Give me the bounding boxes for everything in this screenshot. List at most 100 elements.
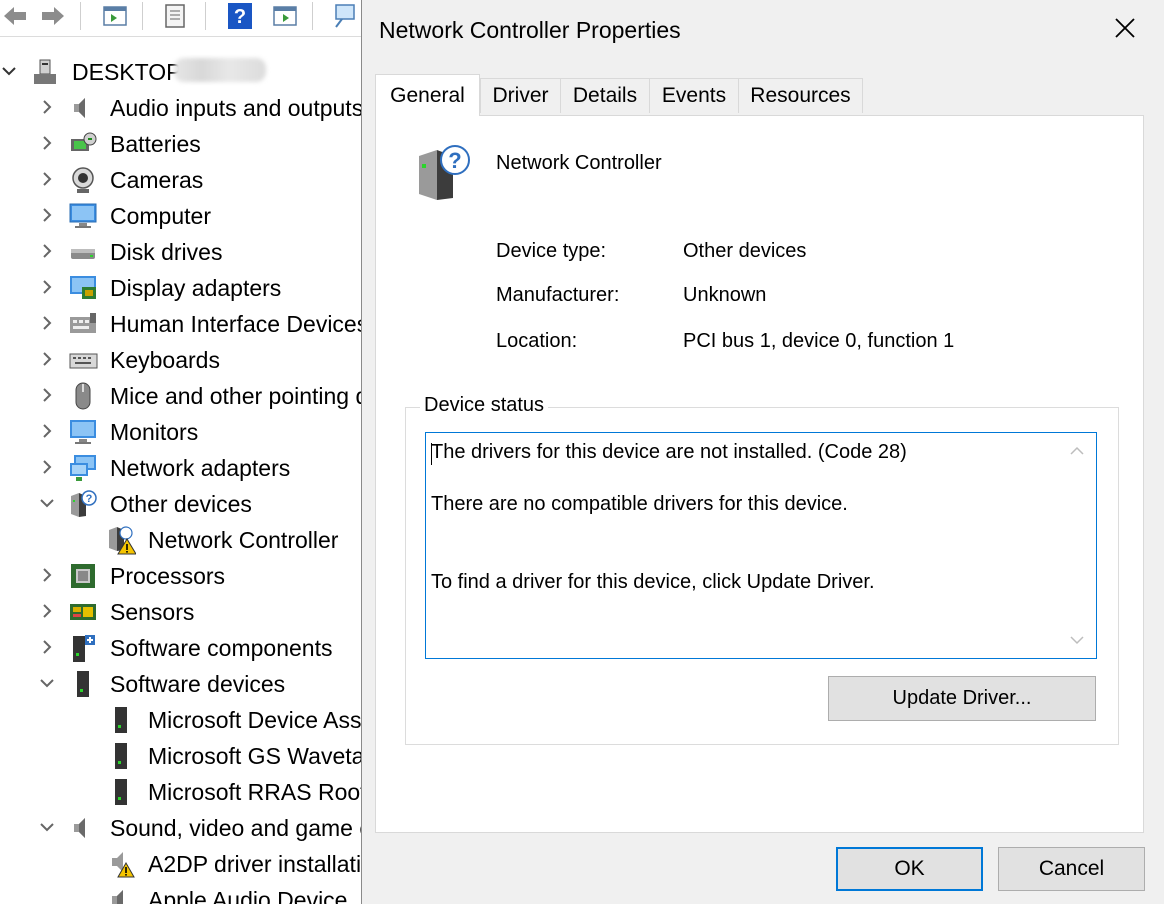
chevron-right-icon[interactable] — [38, 314, 56, 332]
tree-item[interactable]: Computer — [0, 198, 362, 234]
chevron-right-icon[interactable] — [38, 350, 56, 368]
show-hide-console-tree-icon[interactable] — [100, 2, 130, 30]
tree-item-label: Human Interface Devices — [110, 311, 362, 337]
chevron-down-icon[interactable] — [38, 674, 56, 692]
chevron-right-icon[interactable] — [38, 638, 56, 656]
tree-item[interactable]: Apple Audio Device — [0, 882, 362, 904]
tree-item[interactable]: Disk drives — [0, 234, 362, 270]
scroll-up-icon[interactable] — [1070, 445, 1084, 455]
tab-resources[interactable]: Resources — [738, 78, 863, 113]
tree-item-label: Display adapters — [110, 275, 282, 301]
software-device-icon — [115, 743, 127, 769]
tree-root[interactable]: DESKTOP- — [0, 54, 362, 90]
tree-item-label: Monitors — [110, 419, 199, 445]
tree-item[interactable]: Sound, video and game controllers — [0, 810, 362, 846]
tree-item[interactable]: Human Interface Devices — [0, 306, 362, 342]
tree-item[interactable]: Display adapters — [0, 270, 362, 306]
chevron-right-icon[interactable] — [38, 98, 56, 116]
tree-item[interactable]: Cameras — [0, 162, 362, 198]
help-icon[interactable]: ? — [225, 2, 255, 30]
tree-item[interactable]: Network adapters — [0, 450, 362, 486]
software-component-icon — [73, 635, 95, 662]
processor-icon — [71, 564, 95, 588]
tree-item[interactable]: Sensors — [0, 594, 362, 630]
tree-item-label: Keyboards — [110, 347, 220, 373]
show-hide-action-pane-icon[interactable] — [270, 2, 300, 30]
hid-icon — [70, 313, 96, 333]
computer-name-label: DESKTOP- — [72, 59, 190, 85]
tree-item[interactable]: Microsoft GS Wavetable Synth — [0, 738, 362, 774]
update-driver-button[interactable]: Update Driver... — [828, 676, 1096, 721]
chevron-down-icon[interactable] — [38, 818, 56, 836]
device-status-textbox[interactable]: The drivers for this device are not inst… — [425, 432, 1097, 659]
close-button[interactable] — [1100, 8, 1150, 48]
tree-item[interactable]: ? Other devices — [0, 486, 362, 522]
scroll-down-icon[interactable] — [1070, 636, 1084, 646]
tree-item[interactable]: Monitors — [0, 414, 362, 450]
tree-item-label: Processors — [110, 563, 226, 589]
chevron-right-icon[interactable] — [38, 458, 56, 476]
tree-item[interactable]: Keyboards — [0, 342, 362, 378]
status-line: The drivers for this device are not inst… — [431, 441, 907, 463]
device-type-value: Other devices — [683, 240, 807, 262]
chevron-right-icon[interactable] — [38, 386, 56, 404]
tree-item[interactable]: Microsoft RRAS Root Enumerator — [0, 774, 362, 810]
speaker-icon — [74, 98, 85, 118]
tree-item[interactable]: Software components — [0, 630, 362, 666]
tree-item-label: Network Controller — [148, 527, 339, 553]
svg-text:?: ? — [86, 493, 93, 505]
chevron-right-icon[interactable] — [38, 170, 56, 188]
tree-item[interactable]: Audio inputs and outputs — [0, 90, 362, 126]
tab-driver[interactable]: Driver — [480, 78, 561, 113]
properties-icon[interactable] — [160, 2, 190, 30]
disk-drive-icon — [71, 249, 95, 259]
tree-item[interactable]: Processors — [0, 558, 362, 594]
tree-item-label: Batteries — [110, 131, 201, 157]
chevron-right-icon[interactable] — [38, 602, 56, 620]
chevron-right-icon[interactable] — [38, 206, 56, 224]
speaker-icon — [74, 818, 85, 838]
unknown-device-icon: ? — [71, 490, 97, 517]
svg-text:?: ? — [448, 148, 461, 173]
tree-item-label: Software components — [110, 635, 333, 661]
tab-events[interactable]: Events — [649, 78, 739, 113]
chevron-right-icon[interactable] — [38, 566, 56, 584]
properties-dialog: Network Controller Properties General Dr… — [361, 0, 1164, 904]
chevron-down-icon[interactable] — [38, 494, 56, 512]
tree-item[interactable]: Batteries — [0, 126, 362, 162]
chevron-right-icon[interactable] — [38, 134, 56, 152]
redacted-name — [174, 58, 266, 82]
monitor-icon — [70, 420, 96, 444]
computer-desktop-icon — [34, 59, 56, 84]
tree-item-label: Audio inputs and outputs — [110, 95, 362, 121]
cancel-button[interactable]: Cancel — [998, 847, 1145, 891]
location-value: PCI bus 1, device 0, function 1 — [683, 330, 955, 352]
tree-item-label: Microsoft Device Association Root Enumer… — [148, 707, 362, 733]
tree-item-label: Other devices — [110, 491, 252, 517]
chevron-right-icon[interactable] — [38, 242, 56, 260]
tree-item[interactable]: Microsoft Device Association Root Enumer… — [0, 702, 362, 738]
manufacturer-label: Manufacturer: — [496, 284, 620, 306]
tree-item-label: Mice and other pointing devices — [110, 383, 362, 409]
tree-item[interactable]: A2DP driver installation — [0, 846, 362, 882]
ok-button[interactable]: OK — [836, 847, 983, 891]
chevron-right-icon[interactable] — [38, 422, 56, 440]
back-arrow-icon[interactable] — [0, 2, 30, 30]
scan-hardware-icon[interactable] — [330, 2, 360, 30]
device-name: Network Controller — [496, 152, 662, 174]
tree-item-label: A2DP driver installation — [148, 851, 362, 877]
forward-arrow-icon[interactable] — [38, 2, 68, 30]
mouse-icon — [75, 382, 91, 410]
tree-item[interactable]: Mice and other pointing devices — [0, 378, 362, 414]
tab-details[interactable]: Details — [560, 78, 650, 113]
tab-general[interactable]: General — [375, 74, 480, 116]
general-tab-panel: ? Network Controller Device type: Other … — [375, 115, 1144, 833]
device-status-label: Device status — [420, 394, 549, 417]
chevron-down-icon[interactable] — [0, 62, 18, 80]
tree-item[interactable]: Network Controller — [0, 522, 362, 558]
tree-item[interactable]: Software devices — [0, 666, 362, 702]
tree-item-label: Microsoft RRAS Root Enumerator — [148, 779, 362, 805]
chevron-right-icon[interactable] — [38, 278, 56, 296]
tree-item-label: Sound, video and game controllers — [110, 815, 362, 841]
location-label: Location: — [496, 330, 578, 352]
